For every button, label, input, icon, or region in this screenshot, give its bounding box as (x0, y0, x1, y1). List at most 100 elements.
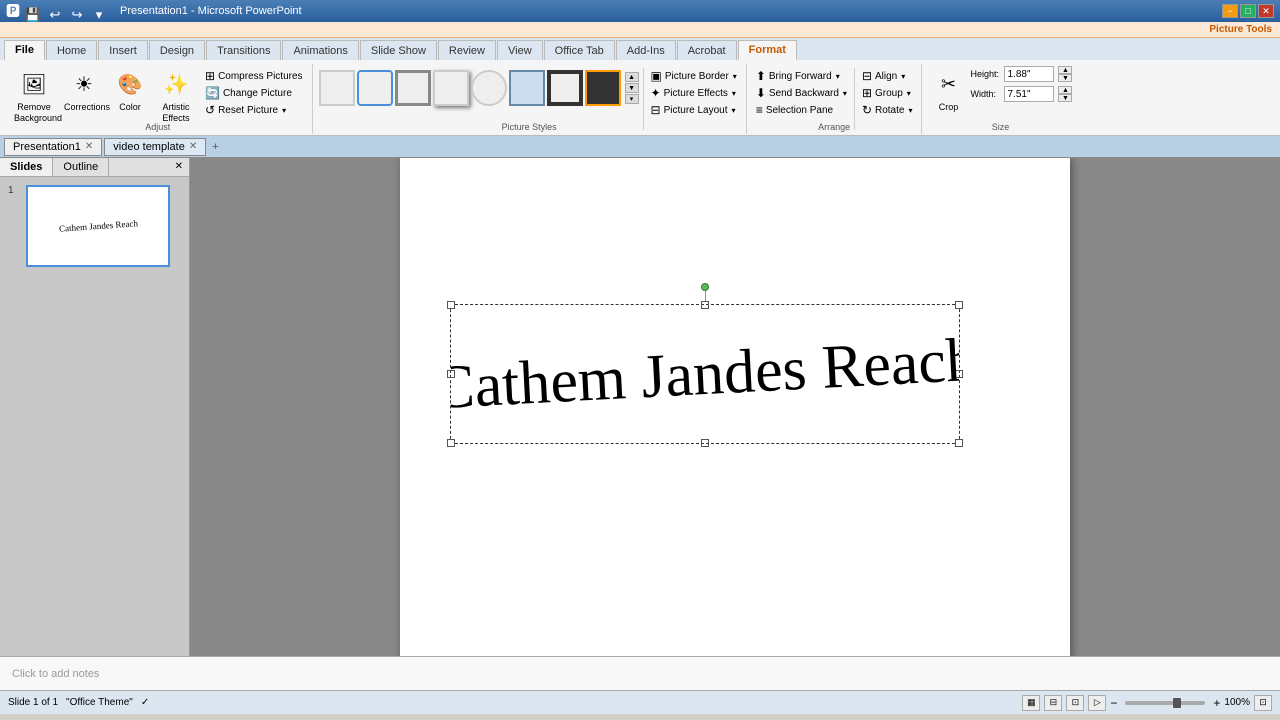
align-button[interactable]: ⊟ Align ▾ (859, 68, 916, 84)
tab-officetab[interactable]: Office Tab (544, 40, 615, 60)
tab-addins[interactable]: Add-Ins (616, 40, 676, 60)
height-input[interactable] (1004, 66, 1054, 82)
slide-thumb-1[interactable]: 1 Cathem Jandes Reach (8, 185, 181, 267)
redo-qat-button[interactable]: ↪ (68, 6, 86, 24)
reading-view-button[interactable]: ⊡ (1066, 695, 1084, 711)
slide-thumb-img-1[interactable]: Cathem Jandes Reach (26, 185, 170, 267)
close-button[interactable]: ✕ (1258, 4, 1274, 18)
undo-qat-button[interactable]: ↩ (46, 6, 64, 24)
send-backward-button[interactable]: ⬇ Send Backward ▾ (753, 85, 850, 101)
zoom-out-icon[interactable]: − (1110, 696, 1117, 710)
selection-pane-icon: ≡ (756, 103, 763, 117)
slideshow-view-button[interactable]: ▷ (1088, 695, 1106, 711)
width-down[interactable]: ▼ (1058, 94, 1072, 102)
tab-home[interactable]: Home (46, 40, 97, 60)
width-up[interactable]: ▲ (1058, 86, 1072, 94)
style-6[interactable] (509, 70, 545, 106)
group-arrow: ▾ (907, 89, 911, 98)
canvas-area[interactable]: Cathem Jandes Reach (190, 158, 1280, 656)
width-input[interactable] (1004, 86, 1054, 102)
arrange-group: ⬆ Bring Forward ▾ ⬇ Send Backward ▾ ≡ Se… (747, 64, 923, 134)
zoom-slider[interactable] (1125, 701, 1205, 705)
doc-tab-close-1[interactable]: ✕ (85, 141, 93, 152)
bring-forward-button[interactable]: ⬆ Bring Forward ▾ (753, 68, 850, 84)
tab-review[interactable]: Review (438, 40, 496, 60)
width-label: Width: (970, 89, 1000, 99)
outline-tab[interactable]: Outline (53, 158, 109, 176)
handle-sw[interactable] (447, 439, 455, 447)
panel-close[interactable]: ✕ (169, 158, 189, 176)
tab-insert[interactable]: Insert (98, 40, 148, 60)
picture-effects-button[interactable]: ✦ Picture Effects ▾ (648, 85, 740, 101)
sep2 (854, 68, 855, 130)
tab-acrobat[interactable]: Acrobat (677, 40, 737, 60)
normal-view-button[interactable]: ▦ (1022, 695, 1040, 711)
picture-styles-group: ▲ ▼ ▾ ▣ Picture Border ▾ ✦ Picture Effec… (313, 64, 747, 134)
zoom-level[interactable]: 100% (1224, 697, 1250, 708)
handle-nw[interactable] (447, 301, 455, 309)
style-3[interactable] (395, 70, 431, 106)
style-1[interactable] (319, 70, 355, 106)
doc-tab-presentation1[interactable]: Presentation1 ✕ (4, 138, 102, 156)
height-down[interactable]: ▼ (1058, 74, 1072, 82)
fit-slide-button[interactable]: ⊡ (1254, 695, 1272, 711)
notes-panel[interactable]: Click to add notes (0, 656, 1280, 690)
slide-number-1: 1 (8, 185, 22, 196)
status-left: Slide 1 of 1 "Office Theme" ✓ (8, 697, 149, 708)
remove-background-button[interactable]: 🖼 Remove Background (10, 66, 58, 126)
selected-image[interactable]: Cathem Jandes Reach (450, 304, 960, 444)
handle-n[interactable] (701, 301, 709, 309)
maximize-button[interactable]: □ (1240, 4, 1256, 18)
doc-tab-videotemplate[interactable]: video template ✕ (104, 138, 206, 156)
zoom-in-icon[interactable]: + (1213, 696, 1220, 710)
handle-s[interactable] (701, 439, 709, 447)
height-up[interactable]: ▲ (1058, 66, 1072, 74)
qat-dropdown[interactable]: ▾ (90, 6, 108, 24)
picture-border-button[interactable]: ▣ Picture Border ▾ (648, 68, 740, 84)
crop-button[interactable]: ✂ Crop (928, 66, 968, 115)
signature-image: Cathem Jandes Reach (451, 305, 959, 443)
picture-styles-label: Picture Styles (313, 122, 746, 132)
group-icon: ⊞ (862, 86, 872, 100)
handle-rotate[interactable] (701, 283, 709, 291)
corrections-icon: ☀ (68, 68, 100, 100)
save-qat-button[interactable]: 💾 (24, 6, 42, 24)
doc-tab-close-2[interactable]: ✕ (189, 141, 197, 152)
selection-pane-button[interactable]: ≡ Selection Pane (753, 102, 850, 118)
scroll-more[interactable]: ▾ (625, 94, 639, 104)
artistic-effects-button[interactable]: ✨ Artistic Effects (152, 66, 200, 126)
tab-format[interactable]: Format (738, 40, 797, 60)
slider-view-button[interactable]: ⊟ (1044, 695, 1062, 711)
slides-tab[interactable]: Slides (0, 158, 53, 176)
change-picture-button[interactable]: 🔄 Change Picture (202, 85, 306, 101)
handle-se[interactable] (955, 439, 963, 447)
reset-picture-button[interactable]: ↺ Reset Picture ▾ (202, 102, 306, 118)
style-7[interactable] (547, 70, 583, 106)
tab-design[interactable]: Design (149, 40, 205, 60)
style-5[interactable] (471, 70, 507, 106)
tab-slideshow[interactable]: Slide Show (360, 40, 437, 60)
group-button[interactable]: ⊞ Group ▾ (859, 85, 916, 101)
picture-layout-button[interactable]: ⊟ Picture Layout ▾ (648, 102, 740, 118)
rotate-button[interactable]: ↻ Rotate ▾ (859, 102, 916, 118)
slide-info: Slide 1 of 1 (8, 697, 58, 708)
contextual-label: Picture Tools (1209, 24, 1272, 35)
style-2[interactable] (357, 70, 393, 106)
style-8[interactable] (585, 70, 621, 106)
corrections-button[interactable]: ☀ Corrections (60, 66, 108, 115)
style-4[interactable] (433, 70, 469, 106)
tab-view[interactable]: View (497, 40, 543, 60)
color-button[interactable]: 🎨 Color (110, 66, 150, 115)
bring-forward-icon: ⬆ (756, 69, 766, 83)
scroll-up[interactable]: ▲ (625, 72, 639, 82)
compress-pictures-button[interactable]: ⊞ Compress Pictures (202, 68, 306, 84)
change-picture-icon: 🔄 (205, 86, 220, 100)
ribbon-content: 🖼 Remove Background ☀ Corrections 🎨 Colo… (0, 60, 1280, 136)
tab-animations[interactable]: Animations (282, 40, 358, 60)
tab-transitions[interactable]: Transitions (206, 40, 281, 60)
new-tab-button[interactable]: + (212, 141, 218, 153)
tab-file[interactable]: File (4, 40, 45, 60)
scroll-down[interactable]: ▼ (625, 83, 639, 93)
minimize-button[interactable]: − (1222, 4, 1238, 18)
handle-ne[interactable] (955, 301, 963, 309)
